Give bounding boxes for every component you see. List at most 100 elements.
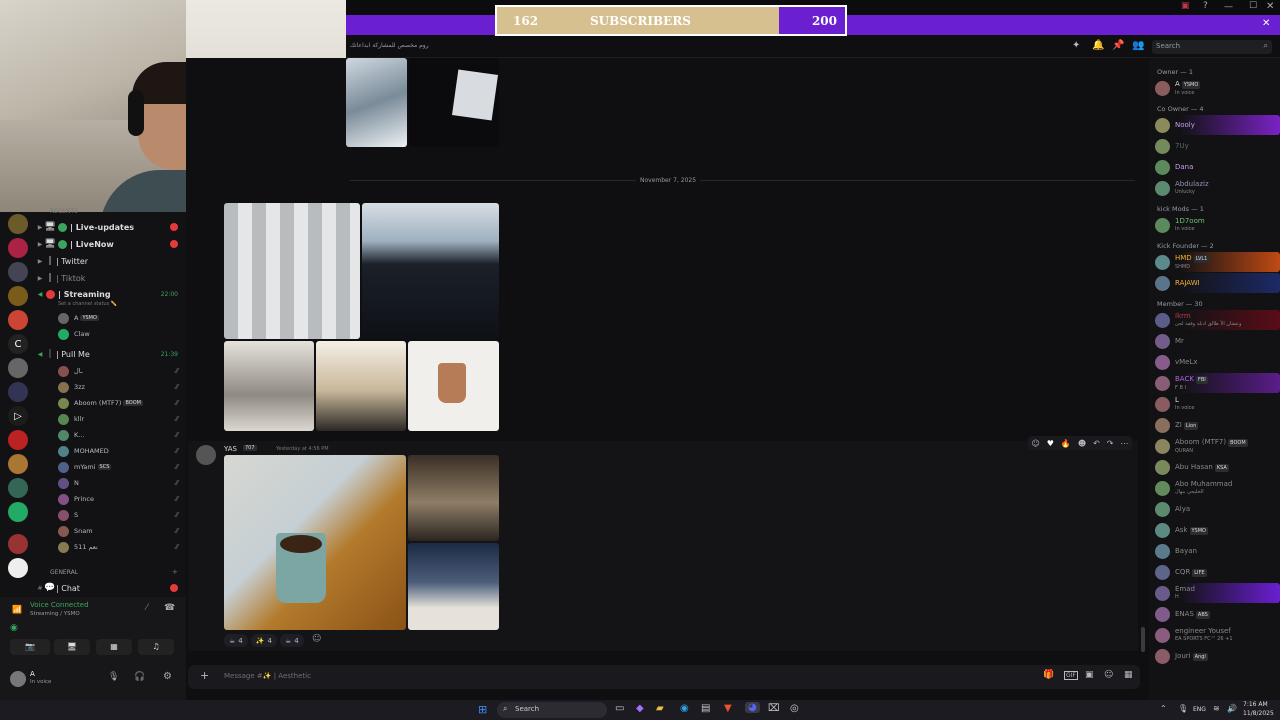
- category-recents[interactable]: RECENTS: [50, 208, 78, 215]
- apps-icon[interactable]: ▦: [1124, 670, 1133, 680]
- settings-gear-icon[interactable]: ⚙: [163, 671, 172, 682]
- disconnect-icon[interactable]: ☎: [164, 603, 175, 613]
- composer-placeholder[interactable]: Message #✨ | Aesthetic: [224, 672, 311, 680]
- avatar[interactable]: [10, 671, 26, 687]
- voice-channel-pull-me[interactable]: ◀ | | Pull Me 21:39: [36, 346, 186, 362]
- member-item[interactable]: vMeLx: [1155, 352, 1280, 372]
- member-item[interactable]: Ask YSMO: [1155, 520, 1280, 540]
- member-item[interactable]: ZI Lion: [1155, 415, 1280, 435]
- react-icon[interactable]: ☺: [1031, 439, 1039, 448]
- server-icon[interactable]: [8, 214, 28, 234]
- image-attachment[interactable]: [408, 455, 499, 541]
- member-item[interactable]: Alya: [1155, 499, 1280, 519]
- member-item[interactable]: Ikrm وعشان الأ ظالق ادبلة وقفة لجن: [1155, 310, 1280, 330]
- obs-icon[interactable]: ◎: [790, 703, 799, 714]
- members-icon[interactable]: 👥: [1132, 40, 1144, 51]
- add-channel-icon[interactable]: +: [172, 568, 178, 576]
- volume-icon[interactable]: 🔊: [1227, 704, 1237, 713]
- voice-user[interactable]: S ⁄⁄: [58, 507, 186, 523]
- server-icon[interactable]: [8, 262, 28, 282]
- clock-time[interactable]: 7:16 AM: [1243, 701, 1268, 708]
- start-icon[interactable]: ⊞: [478, 703, 487, 716]
- reaction-pill[interactable]: ✨ 4: [250, 634, 277, 647]
- image-attachment[interactable]: [224, 341, 314, 431]
- server-icon[interactable]: [8, 478, 28, 498]
- sticker-icon[interactable]: ▣: [1085, 670, 1094, 680]
- voice-user[interactable]: Snam ⁄⁄: [58, 523, 186, 539]
- store-icon[interactable]: ▤: [701, 703, 710, 714]
- voice-user[interactable]: Claw: [58, 326, 186, 342]
- add-reaction-icon[interactable]: ☺: [312, 634, 321, 644]
- image-attachment[interactable]: [408, 341, 499, 431]
- headphones-icon[interactable]: 🎧: [134, 672, 145, 682]
- member-item[interactable]: engineer Yousef EA SPORTS FC™ 26 +1: [1155, 625, 1280, 645]
- voice-user[interactable]: N ⁄⁄: [58, 475, 186, 491]
- scrollbar-thumb[interactable]: [1141, 627, 1145, 652]
- discord-icon[interactable]: ◕: [745, 702, 760, 713]
- member-item[interactable]: A YSMO In voice: [1155, 78, 1280, 98]
- member-item[interactable]: RAJAWI: [1155, 273, 1280, 293]
- search-input[interactable]: Search ⌕: [1152, 40, 1272, 54]
- language-indicator[interactable]: ENG: [1193, 706, 1206, 713]
- dismiss-banner-icon[interactable]: ✕: [1262, 18, 1270, 29]
- gif-icon[interactable]: GIF: [1064, 671, 1078, 680]
- task-view-icon[interactable]: ▭: [615, 703, 624, 714]
- channel-status[interactable]: Set a channel status ✏️: [58, 301, 117, 307]
- voice-user[interactable]: MOHAMED ⁄⁄: [58, 443, 186, 459]
- server-icon[interactable]: [8, 430, 28, 450]
- tray-mic-icon[interactable]: 🎙: [1178, 704, 1188, 713]
- forward-icon[interactable]: ↷: [1107, 439, 1114, 448]
- edge-icon[interactable]: ◉: [680, 703, 689, 714]
- message-author[interactable]: YAS: [224, 445, 237, 453]
- image-attachment[interactable]: [408, 543, 499, 630]
- threads-icon[interactable]: ✦: [1072, 40, 1080, 51]
- image-attachment[interactable]: [316, 341, 406, 431]
- voice-user[interactable]: A YSMO: [58, 310, 186, 326]
- message-composer[interactable]: + Message #✨ | Aesthetic 🎁 GIF ▣ ☺ ▦: [188, 665, 1140, 689]
- gift-icon[interactable]: 🎁: [1043, 670, 1054, 680]
- channel-item[interactable]: ▶ | | Tiktok: [36, 270, 186, 286]
- server-icon[interactable]: [8, 558, 28, 578]
- image-attachment[interactable]: [409, 58, 499, 147]
- member-item[interactable]: ENAS ABS: [1155, 604, 1280, 624]
- emoji-icon[interactable]: ☺: [1104, 670, 1113, 680]
- member-item[interactable]: Abo Muhammad الخليجي بنهال: [1155, 478, 1280, 498]
- voice-user[interactable]: ـال ⁄⁄: [58, 363, 186, 379]
- close-window-icon[interactable]: ✕: [1266, 1, 1274, 12]
- taskbar-search[interactable]: ⌕ Search: [497, 702, 607, 718]
- server-icon[interactable]: [8, 286, 28, 306]
- channel-chat[interactable]: # 💬 | Chat: [36, 580, 186, 596]
- add-reaction-icon[interactable]: ☻: [1078, 439, 1086, 448]
- voice-user[interactable]: kllr ⁄⁄: [58, 411, 186, 427]
- camera-button[interactable]: 📷: [10, 639, 50, 655]
- voice-user[interactable]: K... ⁄⁄: [58, 427, 186, 443]
- server-icon[interactable]: [8, 382, 28, 402]
- soundboard-button[interactable]: ♫: [138, 639, 174, 655]
- reply-icon[interactable]: ↶: [1093, 439, 1100, 448]
- member-item[interactable]: Bayan: [1155, 541, 1280, 561]
- mic-icon[interactable]: 🎙: [108, 672, 119, 682]
- server-icon[interactable]: [8, 358, 28, 378]
- image-attachment[interactable]: [362, 203, 499, 339]
- reaction-pill[interactable]: ☕ 4: [224, 634, 248, 647]
- member-item[interactable]: Nooly: [1155, 115, 1280, 135]
- channel-item[interactable]: ▶ 🖥 | LiveNow: [36, 236, 186, 252]
- voice-channel-streaming[interactable]: ◀ | Streaming 22:00: [36, 286, 186, 302]
- member-item[interactable]: Dana: [1155, 157, 1280, 177]
- pin-icon[interactable]: 📌: [1112, 40, 1124, 51]
- channel-item[interactable]: ▶ 🖥 | Live-updates: [36, 219, 186, 235]
- channel-item[interactable]: ▶ | | Twitter: [36, 253, 186, 269]
- heart-icon[interactable]: ♥: [1047, 439, 1054, 448]
- image-attachment[interactable]: [224, 203, 360, 339]
- inbox-icon[interactable]: ▣: [1181, 1, 1190, 11]
- server-icon[interactable]: ▷: [8, 406, 28, 426]
- image-attachment[interactable]: [224, 455, 406, 630]
- member-item[interactable]: Jouri Angl: [1155, 646, 1280, 666]
- member-item[interactable]: Abu Hasan KSA: [1155, 457, 1280, 477]
- voice-connected-subtitle[interactable]: Streaming / YSMO: [30, 611, 80, 617]
- tray-chevron-icon[interactable]: ⌃: [1160, 704, 1167, 713]
- brave-icon[interactable]: ▼: [724, 703, 732, 714]
- member-item[interactable]: 7Uy: [1155, 136, 1280, 156]
- avatar[interactable]: [196, 445, 216, 465]
- server-icon[interactable]: [8, 454, 28, 474]
